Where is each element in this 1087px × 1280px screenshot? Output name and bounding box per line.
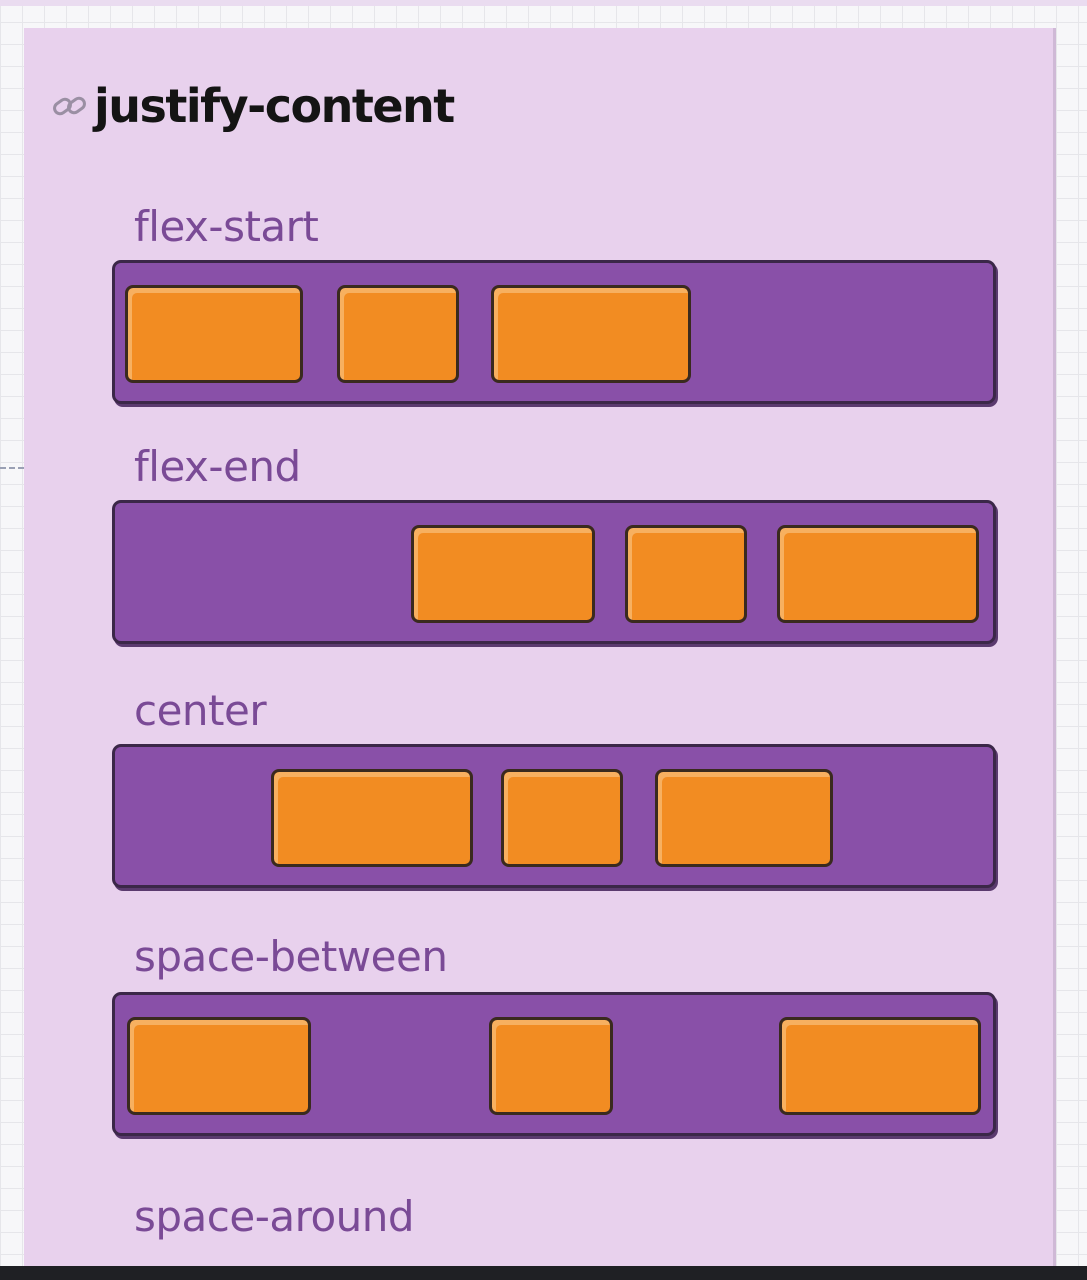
flex-item	[491, 285, 691, 383]
flex-item	[337, 285, 459, 383]
flex-item	[489, 1017, 613, 1115]
flex-item	[125, 285, 303, 383]
flex-item	[779, 1017, 981, 1115]
top-strip	[0, 0, 1087, 6]
dashed-guide	[0, 467, 24, 469]
flex-item	[501, 769, 623, 867]
label-center: center	[134, 686, 267, 735]
container-flex-start	[112, 260, 996, 404]
label-flex-start: flex-start	[134, 202, 319, 251]
link-icon[interactable]	[50, 86, 90, 126]
container-flex-end	[112, 500, 996, 644]
flex-item	[127, 1017, 311, 1115]
flex-item	[625, 525, 747, 623]
flex-item	[271, 769, 473, 867]
container-space-between	[112, 992, 996, 1136]
page-title: justify-content	[94, 79, 455, 133]
container-center	[112, 744, 996, 888]
flex-item	[777, 525, 979, 623]
label-flex-end: flex-end	[134, 442, 301, 491]
flex-item	[655, 769, 833, 867]
flex-item	[411, 525, 595, 623]
title-row: justify-content	[50, 76, 455, 136]
label-space-around: space-around	[134, 1192, 415, 1241]
diagram-card: justify-content flex-start flex-end cent…	[24, 28, 1056, 1268]
label-space-between: space-between	[134, 932, 448, 981]
bottom-bar	[0, 1266, 1087, 1280]
